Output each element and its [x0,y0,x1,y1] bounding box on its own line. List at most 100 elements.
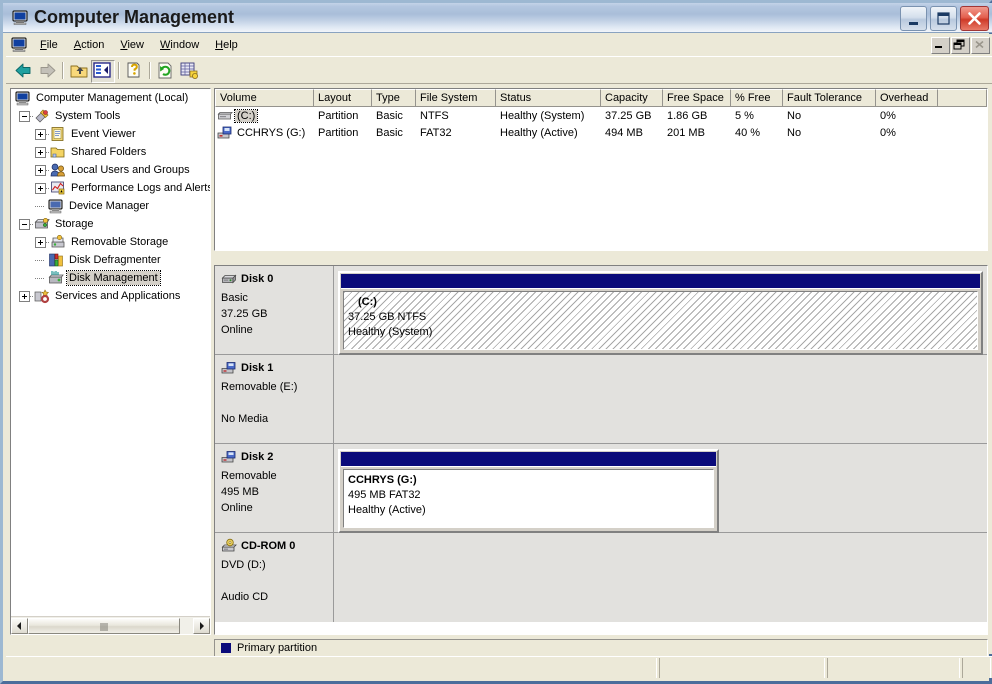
minimize-button[interactable] [900,6,927,31]
tree-node-event-viewer[interactable]: Event Viewer [11,125,210,143]
shared-folders-icon [50,144,66,160]
cell-type: Basic [376,109,403,122]
column-header-status[interactable]: Status [496,89,601,107]
cell-layout: Partition [318,126,359,139]
column-header-layout[interactable]: Layout [314,89,372,107]
cell-percent-free: 5 % [735,109,754,122]
disk-row-disk-0[interactable]: Disk 0 Basic 37.25 GB Online (C:) 37.25 … [215,266,987,355]
disk-row-cdrom-0[interactable]: CD-ROM 0 DVD (D:) Audio CD [215,533,987,622]
event-viewer-icon [50,126,66,142]
mdi-window-controls [931,37,990,54]
system-menu-icon[interactable] [11,37,27,52]
table-row[interactable]: (C:) Partition Basic NTFS Healthy (Syste… [215,107,987,124]
tree-node-label: Performance Logs and Alerts [71,182,211,194]
cell-fault-tolerance: No [787,109,802,122]
column-header-capacity[interactable]: Capacity [601,89,663,107]
column-header-percent-free[interactable]: % Free [731,89,783,107]
forward-button[interactable] [37,60,59,81]
partition-g[interactable]: CCHRYS (G:) 495 MB FAT32 Healthy (Active… [338,449,719,533]
tree-node-system-tools[interactable]: System Tools [11,107,210,125]
scrollbar-thumb[interactable] [28,617,180,634]
tree-node-shared-folders[interactable]: Shared Folders [11,143,210,161]
tree-node-label: Local Users and Groups [71,164,190,176]
legend-label-primary-partition: Primary partition [237,642,318,654]
column-header-type[interactable]: Type [372,89,416,107]
collapse-expander-icon[interactable] [19,218,30,230]
tree-node-removable-storage[interactable]: Removable Storage [11,233,210,251]
column-header-file-system[interactable]: File System [416,89,496,107]
partition-c[interactable]: (C:) 37.25 GB NTFS Healthy (System) [338,271,983,355]
performance-logs-icon [50,180,66,196]
volume-name: CCHRYS (G:) [237,126,306,139]
tree-node-disk-management[interactable]: Disk Management [11,269,210,287]
tree-horizontal-scrollbar[interactable] [11,616,210,634]
refresh-button[interactable] [155,60,177,81]
disk-info-cdrom-0[interactable]: CD-ROM 0 DVD (D:) Audio CD [215,533,334,622]
help-button[interactable] [124,60,146,81]
tree-node-device-manager[interactable]: Device Manager [11,197,210,215]
scroll-left-arrow-icon[interactable] [11,617,28,634]
column-header-free-space[interactable]: Free Space [663,89,731,107]
tree-node-label: Shared Folders [71,146,147,158]
disk-info-disk-0[interactable]: Disk 0 Basic 37.25 GB Online [215,266,334,354]
maximize-button[interactable] [930,6,957,31]
partition-label: (C:) [358,296,377,308]
disk-graphical-view[interactable]: Disk 0 Basic 37.25 GB Online (C:) 37.25 … [214,265,988,635]
disk-graph-disk-2: CCHRYS (G:) 495 MB FAT32 Healthy (Active… [334,444,987,533]
primary-partition-swatch-icon [221,643,231,653]
expand-expander-icon[interactable] [35,146,46,158]
cdrom-drive-label: DVD (D:) [221,559,266,571]
tree-node-disk-defragmenter[interactable]: Disk Defragmenter [11,251,210,269]
tree-node-storage[interactable]: Storage [11,215,210,233]
removable-disk-icon [221,360,237,376]
volume-list[interactable]: Volume Layout Type File System Status Ca… [214,88,988,251]
cell-status: Healthy (Active) [500,126,578,139]
menu-action[interactable]: Action [66,36,113,54]
pane-splitter[interactable] [214,253,988,265]
disk-row-disk-2[interactable]: Disk 2 Removable 495 MB Online CCHRYS (G… [215,444,987,533]
status-panel-main [7,657,657,678]
tree-node-services-and-applications[interactable]: Services and Applications [11,287,210,305]
console-content: Computer Management (Local) System Tools… [6,84,992,657]
tree-node-label: Device Manager [69,200,150,212]
partition-details: (C:) 37.25 GB NTFS Healthy (System) [343,291,978,350]
toolbar [6,57,992,84]
status-panel-4 [962,657,991,678]
computer-icon [15,90,31,106]
mdi-minimize-button[interactable] [931,37,950,54]
back-button[interactable] [12,60,34,81]
show-hide-console-tree-button[interactable] [91,60,115,83]
column-header-fault-tolerance[interactable]: Fault Tolerance [783,89,876,107]
mdi-close-button[interactable] [971,37,990,54]
expand-expander-icon[interactable] [35,236,46,248]
expand-expander-icon[interactable] [35,182,46,194]
menu-help[interactable]: Help [207,36,246,54]
table-row[interactable]: CCHRYS (G:) Partition Basic FAT32 Health… [215,124,987,141]
column-header-volume[interactable]: Volume [215,89,314,107]
menu-file[interactable]: File [32,36,66,54]
disk-row-disk-1[interactable]: Disk 1 Removable (E:) No Media [215,355,987,444]
collapse-expander-icon[interactable] [19,110,30,122]
export-list-button[interactable] [178,60,200,81]
cell-capacity: 494 MB [605,126,643,139]
partition-size-fs: 37.25 GB NTFS [348,311,427,323]
column-header-overhead[interactable]: Overhead [876,89,938,107]
up-one-level-button[interactable] [68,60,90,81]
disk-info-disk-2[interactable]: Disk 2 Removable 495 MB Online [215,444,334,532]
close-button[interactable] [960,6,989,31]
menu-view[interactable]: View [112,36,152,54]
console-tree-pane: Computer Management (Local) System Tools… [10,88,211,635]
expand-expander-icon[interactable] [19,290,30,302]
cell-type: Basic [376,126,403,139]
scroll-right-arrow-icon[interactable] [193,617,210,634]
tree-node-computer-management[interactable]: Computer Management (Local) [11,89,210,107]
tree-node-local-users-and-groups[interactable]: Local Users and Groups [11,161,210,179]
expand-expander-icon[interactable] [35,128,46,140]
mdi-restore-button[interactable] [951,37,970,54]
disk-info-disk-1[interactable]: Disk 1 Removable (E:) No Media [215,355,334,443]
menu-window[interactable]: Window [152,36,207,54]
cell-layout: Partition [318,109,359,122]
expand-expander-icon[interactable] [35,164,46,176]
tree-node-performance-logs-and-alerts[interactable]: Performance Logs and Alerts [11,179,211,197]
tree-node-label: Services and Applications [55,290,181,302]
